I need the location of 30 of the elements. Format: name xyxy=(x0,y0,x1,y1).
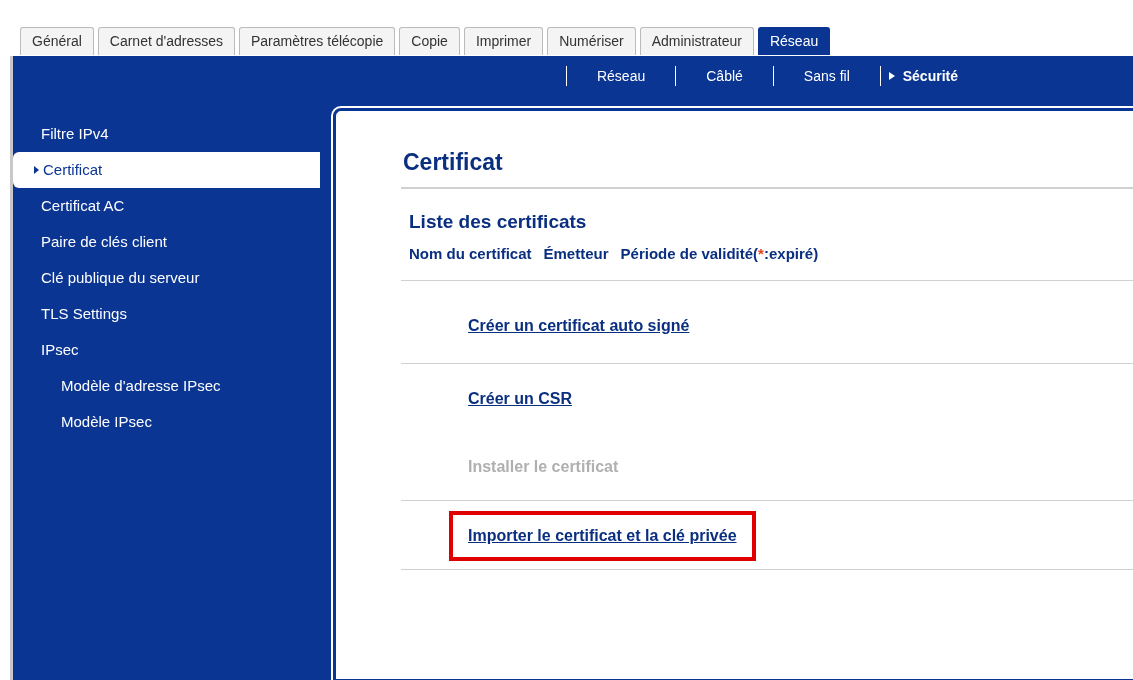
nav-tab[interactable]: Numériser xyxy=(547,27,636,55)
nav-tab[interactable]: Carnet d'adresses xyxy=(97,27,235,55)
section-title: Liste des certificats xyxy=(408,210,588,233)
sidebar-item[interactable]: Clé publique du serveur xyxy=(13,260,320,296)
nav-tab[interactable]: Administrateur xyxy=(639,27,754,55)
sidebar-item[interactable]: Certificat AC xyxy=(13,188,320,224)
nav-tab[interactable]: Copie xyxy=(399,27,460,55)
action-link[interactable]: Créer un certificat auto signé xyxy=(468,311,690,341)
column-header: Période de validité(*:expiré) xyxy=(620,245,819,262)
nav-tab[interactable]: Général xyxy=(20,27,94,55)
sidebar-item[interactable]: TLS Settings xyxy=(13,296,320,332)
sidebar-item[interactable]: Modèle d'adresse IPsec xyxy=(13,368,320,404)
page-title: Certificat xyxy=(401,146,1133,189)
sidebar-item[interactable]: Filtre IPv4 xyxy=(13,116,320,152)
column-header: Émetteur xyxy=(543,245,609,262)
triangle-icon xyxy=(34,166,39,174)
triangle-icon xyxy=(888,72,895,80)
nav-tab[interactable]: Réseau xyxy=(757,27,831,55)
subnav-link[interactable]: Sans fil xyxy=(773,68,880,84)
action-link[interactable]: Créer un CSR xyxy=(468,384,573,414)
subnav-link[interactable]: Câblé xyxy=(676,68,773,84)
subnav-link[interactable]: Sécurité xyxy=(880,68,988,84)
subnav-link[interactable]: Réseau xyxy=(566,68,676,84)
sidebar-item[interactable]: IPsec xyxy=(13,332,320,368)
sidebar-item[interactable]: Paire de clés client xyxy=(13,224,320,260)
column-header: Nom du certificat xyxy=(409,245,532,262)
sidebar-item[interactable]: Certificat xyxy=(13,152,320,188)
nav-tab[interactable]: Paramètres télécopie xyxy=(239,27,396,55)
sidebar-item[interactable]: Modèle IPsec xyxy=(13,404,320,440)
nav-tab[interactable]: Imprimer xyxy=(463,27,544,55)
